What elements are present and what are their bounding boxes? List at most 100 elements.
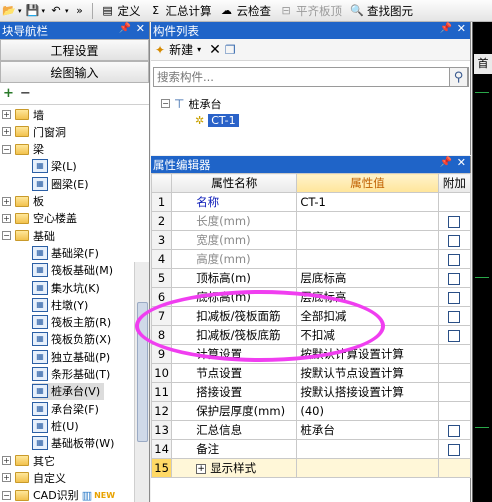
property-value-cell[interactable]: 桩承台	[296, 420, 439, 440]
close-icon[interactable]: ✕	[457, 156, 466, 169]
property-row[interactable]: 12 保护层厚度(mm) (40)	[150, 401, 472, 421]
save-icon[interactable]: 💾	[25, 3, 41, 19]
tree-item[interactable]: ▦ 基础梁(F)	[32, 244, 99, 261]
property-row[interactable]: 2 长度(mm)	[150, 211, 472, 231]
property-value-cell[interactable]: 按默认搭接设置计算	[296, 382, 439, 402]
toolbar-button-8[interactable]: 🔍 查找图元	[345, 1, 416, 21]
property-row[interactable]: 8 扣减板/筏板底筋 不扣减	[150, 325, 472, 345]
property-row[interactable]: 13 汇总信息 桩承台	[150, 420, 472, 440]
extra-checkbox[interactable]	[448, 215, 461, 228]
delete-icon[interactable]: ✕	[209, 42, 221, 58]
expand-toggle-icon[interactable]: +	[2, 456, 11, 465]
property-row[interactable]: 4 高度(mm)	[150, 249, 472, 269]
tree-item[interactable]: ▦ 筏板主筋(R)	[32, 314, 111, 331]
property-row[interactable]: 6 底标高(m) 层底标高	[150, 287, 472, 307]
collapse-toggle-icon[interactable]: −	[2, 144, 11, 154]
nav-scrollbar[interactable]	[134, 262, 149, 502]
tree-folder[interactable]: − CAD识别 ▥ NEW	[2, 487, 115, 502]
expand-toggle-icon[interactable]: +	[2, 196, 11, 206]
project-settings-button[interactable]: 工程设置	[0, 39, 149, 61]
tree-item[interactable]: ▦ 筏板负筋(X)	[32, 331, 111, 348]
dropdown-arrow-icon[interactable]: ▾	[18, 7, 22, 15]
component-tree-child[interactable]: ✲ CT-1	[195, 112, 239, 129]
property-row[interactable]: 14 备注	[150, 439, 472, 459]
dropdown-arrow-icon[interactable]: ▾	[197, 45, 201, 54]
toolbar-button-4[interactable]: ▤ 定义	[96, 1, 144, 21]
open-folder-icon[interactable]: 📂	[1, 3, 17, 19]
toolbar-overflow-icon[interactable]: »	[72, 3, 88, 19]
property-value-cell[interactable]	[296, 439, 439, 459]
copy-icon[interactable]: ❐	[225, 43, 236, 57]
property-value-cell[interactable]: 全部扣减	[296, 306, 439, 326]
search-component-input[interactable]	[153, 67, 469, 87]
property-row[interactable]: 5 顶标高(m) 层底标高	[150, 268, 472, 288]
tree-folder[interactable]: + 其它	[2, 452, 55, 469]
tree-folder[interactable]: + 门窗洞	[2, 123, 66, 140]
tree-item[interactable]: ▦ 柱墩(Y)	[32, 296, 88, 313]
dropdown-arrow-icon[interactable]: ▾	[42, 7, 46, 15]
component-tree-root[interactable]: − ⊤ 桩承台	[161, 95, 221, 112]
property-value-cell[interactable]	[296, 249, 439, 269]
nav-scrollbar-thumb[interactable]	[137, 302, 148, 442]
tree-folder[interactable]: + 墙	[2, 106, 44, 123]
collapse-toggle-icon[interactable]: −	[161, 99, 170, 108]
tree-folder[interactable]: + 板	[2, 193, 44, 210]
toolbar-button-5[interactable]: Σ 汇总计算	[144, 1, 215, 21]
property-value-cell[interactable]	[296, 211, 439, 231]
tree-item[interactable]: ▦ 承台梁(F)	[32, 400, 99, 417]
property-row[interactable]: 1 名称 CT-1	[150, 192, 472, 212]
tree-item[interactable]: ▦ 梁(L)	[32, 158, 77, 175]
property-row[interactable]: 3 宽度(mm)	[150, 230, 472, 250]
expand-all-icon[interactable]: +	[3, 86, 14, 101]
tree-item[interactable]: ▦ 桩承台(V)	[32, 382, 105, 400]
expand-toggle-icon[interactable]: +	[2, 213, 11, 223]
drawing-input-button[interactable]: 绘图输入	[0, 61, 149, 83]
tree-item[interactable]: ▦ 独立基础(P)	[32, 348, 110, 365]
pin-icon[interactable]: 📌	[440, 157, 452, 168]
expand-toggle-icon[interactable]: +	[2, 127, 11, 137]
property-value-cell[interactable]	[296, 458, 439, 478]
expand-toggle-icon[interactable]: +	[2, 473, 11, 483]
tree-folder[interactable]: + 空心楼盖	[2, 210, 77, 227]
collapse-all-icon[interactable]: −	[20, 86, 31, 101]
pin-icon[interactable]: 📌	[440, 23, 452, 34]
tree-item[interactable]: ▦ 基础板带(W)	[32, 435, 114, 452]
property-value-cell[interactable]: 按默认节点设置计算	[296, 363, 439, 383]
property-row[interactable]: 15 + 显示样式	[150, 458, 472, 478]
property-value-cell[interactable]: (40)	[296, 401, 439, 421]
property-value-cell[interactable]: 不扣减	[296, 325, 439, 345]
property-value-cell[interactable]: 按默认计算设置计算	[296, 344, 439, 364]
property-row[interactable]: 11 搭接设置 按默认搭接设置计算	[150, 382, 472, 402]
extra-checkbox[interactable]	[448, 310, 461, 323]
new-component-button[interactable]: 新建	[169, 41, 193, 58]
undo-icon[interactable]: ↶	[48, 3, 64, 19]
extra-checkbox[interactable]	[448, 253, 461, 266]
tree-folder[interactable]: − 梁	[2, 141, 44, 158]
collapse-toggle-icon[interactable]: −	[2, 231, 11, 241]
dropdown-arrow-icon[interactable]: ▾	[65, 7, 69, 15]
tree-folder[interactable]: + 自定义	[2, 469, 66, 486]
collapse-toggle-icon[interactable]: −	[2, 490, 11, 500]
property-value-cell[interactable]	[296, 230, 439, 250]
extra-checkbox[interactable]	[448, 443, 461, 456]
extra-checkbox[interactable]	[448, 424, 461, 437]
property-row[interactable]: 10 节点设置 按默认节点设置计算	[150, 363, 472, 383]
tree-item[interactable]: ▦ 筏板基础(M)	[32, 262, 113, 279]
property-value-cell[interactable]: CT-1	[296, 192, 439, 212]
toolbar-button-6[interactable]: ☁ 云检查	[215, 1, 275, 21]
extra-checkbox[interactable]	[448, 234, 461, 247]
tree-folder[interactable]: − 基础	[2, 227, 55, 244]
extra-checkbox[interactable]	[448, 291, 461, 304]
search-icon[interactable]: ⚲	[449, 67, 468, 87]
expand-toggle-icon[interactable]: +	[2, 110, 11, 119]
property-value-cell[interactable]: 层底标高	[296, 287, 439, 307]
tree-item[interactable]: ▦ 桩(U)	[32, 417, 79, 434]
tree-item[interactable]: ▦ 圈梁(E)	[32, 175, 89, 192]
tree-item[interactable]: ▦ 集水坑(K)	[32, 279, 100, 296]
expand-toggle-icon[interactable]: +	[196, 463, 207, 474]
toolbar-button-7[interactable]: ⊟ 平齐板顶	[274, 1, 345, 21]
extra-checkbox[interactable]	[448, 272, 461, 285]
property-value-cell[interactable]: 层底标高	[296, 268, 439, 288]
property-row[interactable]: 9 计算设置 按默认计算设置计算	[150, 344, 472, 364]
extra-checkbox[interactable]	[448, 329, 461, 342]
